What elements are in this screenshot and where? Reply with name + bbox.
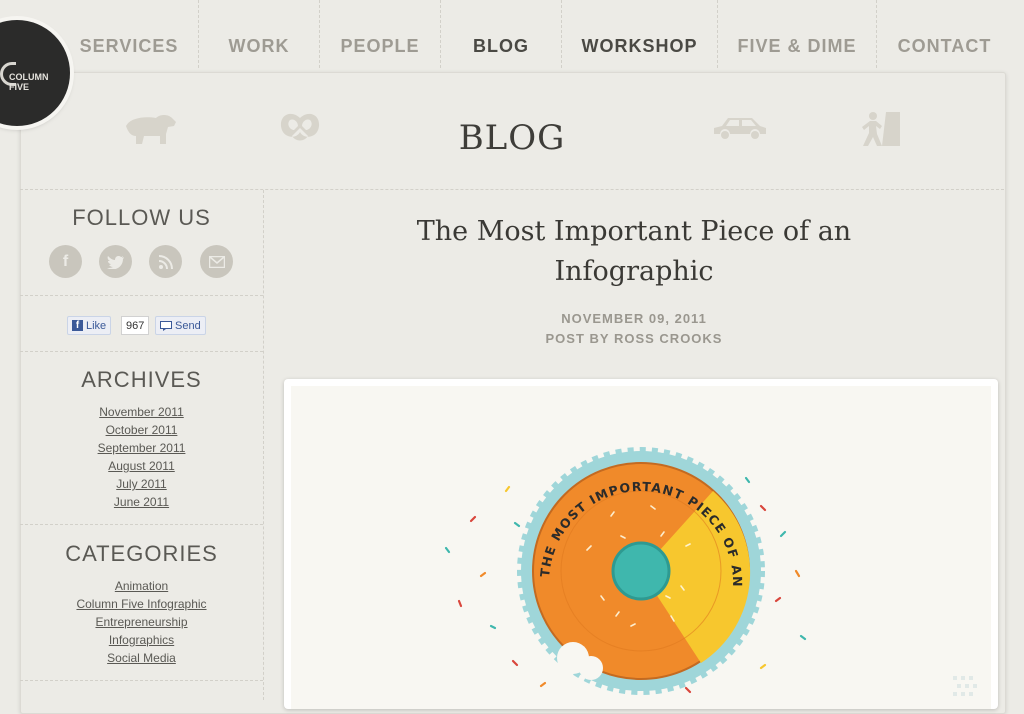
follow-us-title: FOLLOW US — [72, 205, 211, 230]
post-title-line-2: Infographic — [554, 256, 714, 287]
sidebar-divider — [20, 524, 263, 525]
archive-link[interactable]: August 2011 — [20, 457, 263, 475]
donut-illustration: THE MOST IMPORTANT PIECE OF AN INFOGRAPH… — [291, 386, 977, 696]
logo-line-1: COLUMN — [9, 72, 49, 82]
email-button[interactable] — [200, 245, 233, 278]
archives-list: November 2011 October 2011 September 201… — [20, 403, 263, 511]
infographic-illustration: THE MOST IMPORTANT PIECE OF AN INFOGRAPH… — [291, 386, 991, 709]
category-link[interactable]: Social Media — [20, 649, 263, 667]
post-title[interactable]: The Most Important Piece of an Infograph… — [264, 212, 1004, 292]
post-title-line-1: The Most Important Piece of an — [416, 216, 852, 247]
nav-workshop[interactable]: WORKSHOP — [562, 0, 717, 70]
archive-link[interactable]: October 2011 — [20, 421, 263, 439]
archives-title: ARCHIVES — [81, 367, 202, 392]
nav-people[interactable]: PEOPLE — [320, 0, 440, 70]
donut-hole — [611, 541, 671, 601]
categories-list: Animation Column Five Infographic Entrep… — [20, 577, 263, 667]
fb-like-label: Like — [86, 319, 107, 332]
send-icon — [160, 320, 172, 331]
nav-services[interactable]: SERVICES — [60, 0, 198, 70]
post-author: POST BY ROSS CROOKS — [545, 331, 723, 346]
nav-work[interactable]: WORK — [199, 0, 319, 70]
archive-link[interactable]: November 2011 — [20, 403, 263, 421]
twitter-icon — [106, 255, 124, 269]
category-link[interactable]: Animation — [20, 577, 263, 595]
fb-like-count: 967 — [121, 316, 150, 335]
post-featured-image[interactable]: THE MOST IMPORTANT PIECE OF AN INFOGRAPH… — [284, 379, 998, 709]
sidebar-divider — [20, 295, 263, 296]
logo-text: COLUMN FIVE — [9, 72, 49, 92]
fb-send-label: Send — [175, 319, 201, 332]
nav-blog[interactable]: BLOG — [441, 0, 561, 70]
facebook-button[interactable]: f — [49, 245, 82, 278]
fb-like-button[interactable]: f Like — [67, 316, 112, 335]
rss-icon — [158, 254, 173, 269]
header-divider — [20, 189, 1004, 190]
categories-title: CATEGORIES — [65, 541, 218, 566]
fb-send-button[interactable]: Send — [155, 316, 206, 335]
archive-link[interactable]: June 2011 — [20, 493, 263, 511]
nav-contact[interactable]: CONTACT — [877, 0, 1012, 70]
category-link[interactable]: Infographics — [20, 631, 263, 649]
rss-button[interactable] — [149, 245, 182, 278]
archive-link[interactable]: July 2011 — [20, 475, 263, 493]
facebook-small-icon: f — [72, 320, 83, 331]
page-title: BLOG — [458, 118, 566, 158]
sidebar-divider — [20, 351, 263, 352]
logo-line-2: FIVE — [9, 82, 30, 92]
category-link[interactable]: Entrepreneurship — [20, 613, 263, 631]
top-navigation: SERVICES WORK PEOPLE BLOG WORKSHOP FIVE … — [0, 0, 1024, 70]
sidebar-divider — [20, 680, 263, 681]
category-link[interactable]: Column Five Infographic — [20, 595, 263, 613]
nav-five-and-dime[interactable]: FIVE & DIME — [718, 0, 876, 70]
facebook-icon: f — [62, 252, 69, 270]
twitter-button[interactable] — [99, 245, 132, 278]
archive-link[interactable]: September 2011 — [20, 439, 263, 457]
post-date: NOVEMBER 09, 2011 — [561, 311, 707, 326]
email-icon — [208, 255, 225, 268]
